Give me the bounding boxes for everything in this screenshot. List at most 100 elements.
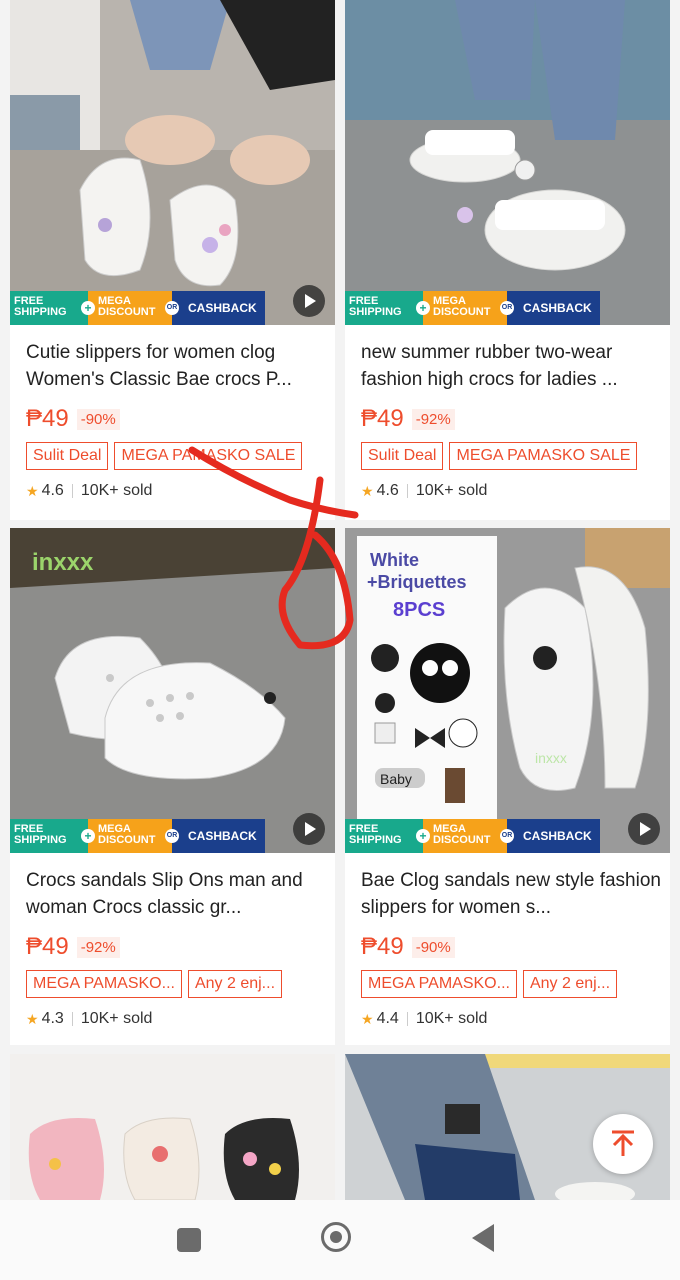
promo-banner: FREE SHIPPING + MEGA DISCOUNT OR CASHBAC… bbox=[345, 819, 600, 853]
play-icon[interactable] bbox=[628, 813, 660, 845]
product-photo bbox=[10, 0, 335, 325]
cashback-badge: CASHBACK bbox=[507, 291, 600, 325]
mega-discount-badge: MEGA DISCOUNT OR bbox=[423, 819, 514, 853]
card-text: +Briquettes bbox=[367, 572, 467, 592]
promo-banner: FREE SHIPPING + MEGA DISCOUNT OR CASHBAC… bbox=[10, 819, 265, 853]
divider bbox=[406, 484, 408, 498]
tag-list: Sulit Deal MEGA PAMASKO SALE bbox=[361, 442, 638, 470]
star-icon: ★ bbox=[26, 1010, 39, 1027]
plus-icon: + bbox=[81, 301, 95, 315]
divider bbox=[71, 1012, 73, 1026]
promo-text: DISCOUNT bbox=[98, 306, 156, 318]
tag-list: MEGA PAMASKO... Any 2 enj... bbox=[26, 970, 283, 998]
product-card[interactable]: White +Briquettes 8PCS Baby inxxx FREE S… bbox=[345, 528, 670, 1045]
recent-apps-icon[interactable] bbox=[177, 1228, 201, 1252]
product-photo bbox=[345, 0, 670, 325]
promo-text: SHIPPING bbox=[14, 306, 67, 318]
rating-value: 4.4 bbox=[376, 1010, 399, 1027]
promo-tag: MEGA PAMASKO... bbox=[26, 970, 182, 998]
divider bbox=[406, 1012, 408, 1026]
sold-count: 10K+ sold bbox=[415, 1010, 488, 1027]
product-photo: White +Briquettes 8PCS Baby inxxx bbox=[345, 528, 670, 853]
or-badge: OR bbox=[500, 829, 514, 843]
promo-text: SHIPPING bbox=[349, 834, 402, 846]
product-card[interactable] bbox=[10, 1054, 335, 1200]
plus-icon: + bbox=[81, 829, 95, 843]
plus-icon: + bbox=[416, 301, 430, 315]
watermark: inxxx bbox=[535, 750, 567, 766]
play-icon[interactable] bbox=[293, 285, 325, 317]
rating-row: ★ 4.6 10K+ sold bbox=[26, 482, 152, 500]
card-text: 8PCS bbox=[393, 599, 445, 621]
cashback-badge: CASHBACK bbox=[172, 291, 265, 325]
promo-text: SHIPPING bbox=[14, 834, 67, 846]
product-image[interactable]: FREE SHIPPING + MEGA DISCOUNT OR CASHBAC… bbox=[345, 0, 670, 325]
play-icon[interactable] bbox=[293, 813, 325, 845]
discount-badge: -90% bbox=[76, 408, 120, 430]
price-row: ₱49 -90% bbox=[26, 402, 120, 436]
promo-tag: Any 2 enj... bbox=[187, 970, 283, 998]
rating-row: ★ 4.3 10K+ sold bbox=[26, 1010, 152, 1028]
product-title[interactable]: Cutie slippers for women clog Women's Cl… bbox=[26, 339, 326, 393]
product-price: ₱49 bbox=[26, 405, 69, 432]
free-shipping-badge: FREE SHIPPING + bbox=[345, 291, 430, 325]
discount-badge: -92% bbox=[76, 936, 120, 958]
plus-icon: + bbox=[416, 829, 430, 843]
rating-value: 4.6 bbox=[376, 482, 399, 499]
cashback-badge: CASHBACK bbox=[507, 819, 600, 853]
promo-banner: FREE SHIPPING + MEGA DISCOUNT OR CASHBAC… bbox=[10, 291, 265, 325]
free-shipping-badge: FREE SHIPPING + bbox=[10, 819, 95, 853]
promo-text: DISCOUNT bbox=[433, 834, 491, 846]
annotation-scribble bbox=[188, 446, 359, 650]
free-shipping-badge: FREE SHIPPING + bbox=[10, 291, 95, 325]
watermark: inxxx bbox=[32, 549, 94, 576]
or-badge: OR bbox=[165, 301, 179, 315]
price-row: ₱49 -92% bbox=[26, 930, 120, 964]
product-image[interactable]: White +Briquettes 8PCS Baby inxxx FREE S… bbox=[345, 528, 670, 853]
promo-text: DISCOUNT bbox=[433, 306, 491, 318]
product-price: ₱49 bbox=[361, 405, 404, 432]
price-row: ₱49 -92% bbox=[361, 402, 455, 436]
arrow-up-to-top-icon bbox=[612, 1130, 634, 1156]
mega-discount-badge: MEGA DISCOUNT OR bbox=[423, 291, 514, 325]
promo-tag: Any 2 enj... bbox=[522, 970, 618, 998]
divider bbox=[71, 484, 73, 498]
rating-value: 4.6 bbox=[41, 482, 64, 499]
or-badge: OR bbox=[500, 301, 514, 315]
product-title[interactable]: Bae Clog sandals new style fashion slipp… bbox=[361, 867, 661, 921]
product-image[interactable]: FREE SHIPPING + MEGA DISCOUNT OR CASHBAC… bbox=[10, 0, 335, 325]
rating-row: ★ 4.6 10K+ sold bbox=[361, 482, 487, 500]
cashback-badge: CASHBACK bbox=[172, 819, 265, 853]
product-price: ₱49 bbox=[26, 933, 69, 960]
home-icon[interactable] bbox=[321, 1222, 351, 1252]
tag-list: MEGA PAMASKO... Any 2 enj... bbox=[361, 970, 618, 998]
product-price: ₱49 bbox=[361, 933, 404, 960]
star-icon: ★ bbox=[361, 1010, 374, 1027]
product-title[interactable]: new summer rubber two-wear fashion high … bbox=[361, 339, 661, 393]
free-shipping-badge: FREE SHIPPING + bbox=[345, 819, 430, 853]
promo-tag: MEGA PAMASKO... bbox=[361, 970, 517, 998]
promo-tag: Sulit Deal bbox=[26, 442, 109, 470]
sold-count: 10K+ sold bbox=[415, 482, 488, 499]
star-icon: ★ bbox=[26, 482, 39, 499]
mega-discount-badge: MEGA DISCOUNT OR bbox=[88, 291, 179, 325]
rating-row: ★ 4.4 10K+ sold bbox=[361, 1010, 487, 1028]
discount-badge: -92% bbox=[411, 408, 455, 430]
scroll-top-button[interactable] bbox=[593, 1114, 653, 1174]
product-card[interactable]: FREE SHIPPING + MEGA DISCOUNT OR CASHBAC… bbox=[345, 0, 670, 520]
mega-discount-badge: MEGA DISCOUNT OR bbox=[88, 819, 179, 853]
product-title[interactable]: Crocs sandals Slip Ons man and woman Cro… bbox=[26, 867, 326, 921]
back-icon[interactable] bbox=[472, 1224, 494, 1252]
promo-tag: Sulit Deal bbox=[361, 442, 444, 470]
system-nav-bar bbox=[0, 1200, 680, 1280]
promo-text: SHIPPING bbox=[349, 306, 402, 318]
promo-text: DISCOUNT bbox=[98, 834, 156, 846]
rating-value: 4.3 bbox=[41, 1010, 64, 1027]
sold-count: 10K+ sold bbox=[80, 482, 153, 499]
sold-count: 10K+ sold bbox=[80, 1010, 153, 1027]
or-badge: OR bbox=[165, 829, 179, 843]
product-photo bbox=[10, 1054, 335, 1200]
price-row: ₱49 -90% bbox=[361, 930, 455, 964]
card-text: White bbox=[370, 550, 419, 570]
discount-badge: -90% bbox=[411, 936, 455, 958]
